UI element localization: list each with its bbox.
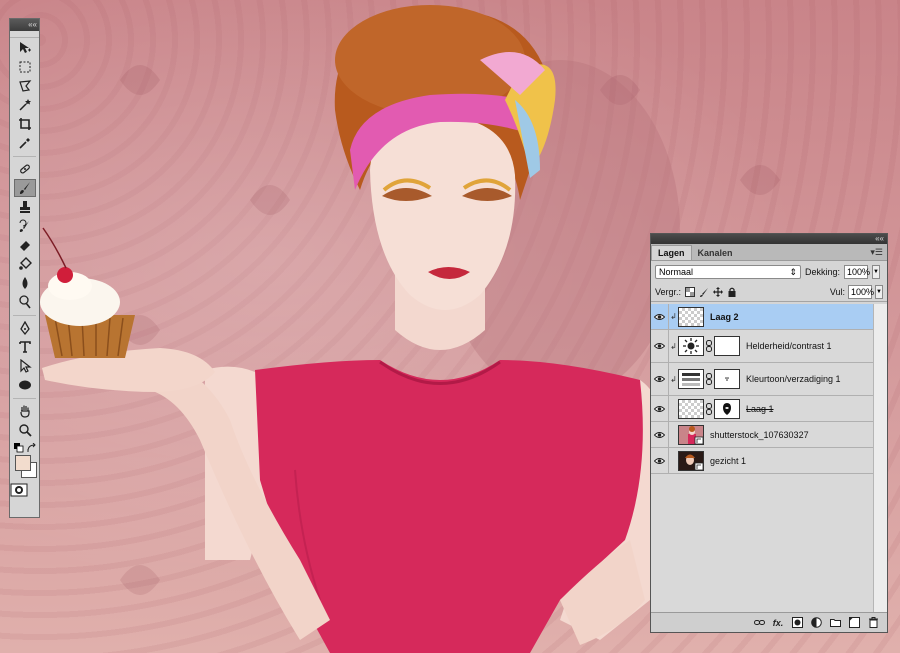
tools-panel: «« (9, 18, 40, 518)
crop-tool-icon[interactable] (14, 115, 36, 133)
tab-kanalen[interactable]: Kanalen (692, 246, 739, 260)
mask-link-icon[interactable] (705, 373, 713, 385)
mask-link-icon[interactable] (705, 340, 713, 352)
lock-position-icon[interactable] (712, 287, 723, 298)
adjustment-layer-icon[interactable] (810, 617, 822, 629)
blend-mode-value: Normaal (659, 267, 694, 277)
collapse-tools-button[interactable]: «« (28, 21, 37, 29)
tools-panel-header[interactable]: «« (10, 19, 39, 31)
move-tool-icon[interactable] (14, 39, 36, 57)
panel-menu-icon[interactable]: ▾☰ (870, 247, 883, 258)
default-colors-icon[interactable] (14, 443, 24, 453)
foreground-color-swatch[interactable] (15, 455, 31, 471)
face-photo-thumbnail (678, 450, 704, 471)
healing-brush-tool-icon[interactable] (14, 160, 36, 178)
lock-label: Vergr.: (655, 287, 682, 297)
link-layers-icon[interactable] (753, 617, 765, 629)
visibility-eye-icon[interactable] (651, 304, 669, 329)
layer-mask-thumbnail (714, 369, 740, 389)
lock-all-icon[interactable] (726, 287, 737, 298)
layers-panel-tabs: Lagen Kanalen ▾☰ (651, 244, 887, 261)
lock-transparency-icon[interactable] (684, 287, 695, 298)
visibility-eye-icon[interactable] (651, 396, 669, 421)
photo-thumbnail (678, 424, 704, 445)
hue-saturation-adjustment-icon (678, 369, 704, 389)
blend-opacity-row: Normaal ⇕ Dekking: 100% ▼ (651, 261, 887, 283)
tools-separator (13, 152, 36, 157)
ellipse-tool-icon[interactable] (14, 376, 36, 394)
lock-fill-row: Vergr.: Vul: 100% ▼ (651, 283, 887, 302)
type-tool-icon[interactable] (14, 338, 36, 356)
lasso-tool-icon[interactable] (14, 77, 36, 95)
color-swatches (10, 443, 39, 483)
opacity-input[interactable]: 100% (844, 265, 870, 279)
visibility-eye-icon[interactable] (651, 422, 669, 447)
layers-list: ↲ Laag 2 ↲ Helderheid/contrast 1 ↲ Kleur… (651, 304, 873, 612)
layer-name: Laag 2 (710, 311, 739, 322)
delete-layer-icon[interactable] (867, 617, 879, 629)
opacity-dropdown-icon[interactable]: ▼ (872, 265, 881, 279)
visibility-eye-icon[interactable] (651, 448, 669, 473)
clone-stamp-tool-icon[interactable] (14, 198, 36, 216)
layer-row[interactable]: ↲ Helderheid/contrast 1 (651, 330, 873, 363)
quick-mask-icon[interactable] (10, 483, 28, 497)
layer-row[interactable]: gezicht 1 (651, 448, 873, 474)
zoom-tool-icon[interactable] (14, 421, 36, 439)
brush-tool-icon[interactable] (13, 179, 36, 197)
layer-mask-thumbnail (714, 398, 740, 419)
swap-colors-icon[interactable] (27, 443, 37, 453)
fill-label: Vul: (829, 287, 845, 297)
history-brush-tool-icon[interactable] (14, 217, 36, 235)
layer-row[interactable]: Laag 1 (651, 396, 873, 422)
visibility-eye-icon[interactable] (651, 330, 669, 362)
layers-panel-header[interactable]: «« (651, 234, 887, 244)
layer-name: Kleurtoon/verzadiging 1 (746, 374, 841, 384)
clipping-arrow-icon: ↲ (670, 341, 677, 351)
layers-panel: «« Lagen Kanalen ▾☰ Normaal ⇕ Dekking: 1… (650, 233, 888, 633)
clipping-arrow-icon: ↲ (670, 312, 677, 321)
fill-dropdown-icon[interactable]: ▼ (875, 285, 883, 299)
clipping-arrow-icon: ↲ (670, 374, 677, 384)
fill-input[interactable]: 100% (848, 285, 874, 299)
layer-name: Helderheid/contrast 1 (746, 341, 832, 351)
quick-selection-tool-icon[interactable] (14, 96, 36, 114)
layer-row[interactable]: ↲ Kleurtoon/verzadiging 1 (651, 363, 873, 396)
brightness-adjustment-icon (678, 336, 704, 356)
marquee-tool-icon[interactable] (14, 58, 36, 76)
collapse-layers-button[interactable]: «« (875, 235, 884, 243)
pen-tool-icon[interactable] (14, 319, 36, 337)
lock-pixels-icon[interactable] (698, 287, 709, 298)
layer-mask-thumbnail (714, 336, 740, 356)
layer-row[interactable]: shutterstock_107630327 (651, 422, 873, 448)
opacity-label: Dekking: (805, 267, 841, 277)
layer-row[interactable]: ↲ Laag 2 (651, 304, 873, 330)
layers-panel-footer: fx. (651, 612, 887, 632)
fx-icon[interactable]: fx. (772, 617, 784, 629)
layer-thumbnail (678, 306, 704, 327)
visibility-eye-icon[interactable] (651, 363, 669, 395)
layer-name: shutterstock_107630327 (710, 429, 809, 440)
tools-grip[interactable] (10, 31, 39, 38)
layer-thumbnail (678, 398, 704, 419)
blur-tool-icon[interactable] (14, 274, 36, 292)
tools-separator (13, 311, 36, 316)
chevron-updown-icon: ⇕ (789, 266, 797, 277)
eyedropper-tool-icon[interactable] (14, 134, 36, 152)
tools-separator (13, 394, 36, 399)
tab-lagen[interactable]: Lagen (651, 245, 692, 260)
layers-scrollbar[interactable] (873, 304, 887, 612)
new-layer-icon[interactable] (848, 617, 860, 629)
layer-name: Laag 1 (746, 403, 774, 414)
blend-mode-select[interactable]: Normaal ⇕ (655, 265, 801, 279)
layer-name: gezicht 1 (710, 455, 747, 466)
eraser-tool-icon[interactable] (14, 236, 36, 254)
hand-tool-icon[interactable] (14, 402, 36, 420)
paint-bucket-tool-icon[interactable] (14, 255, 36, 273)
dodge-tool-icon[interactable] (14, 293, 36, 311)
path-selection-tool-icon[interactable] (14, 357, 36, 375)
mask-link-icon[interactable] (705, 402, 713, 415)
add-mask-icon[interactable] (791, 617, 803, 629)
group-folder-icon[interactable] (829, 617, 841, 629)
